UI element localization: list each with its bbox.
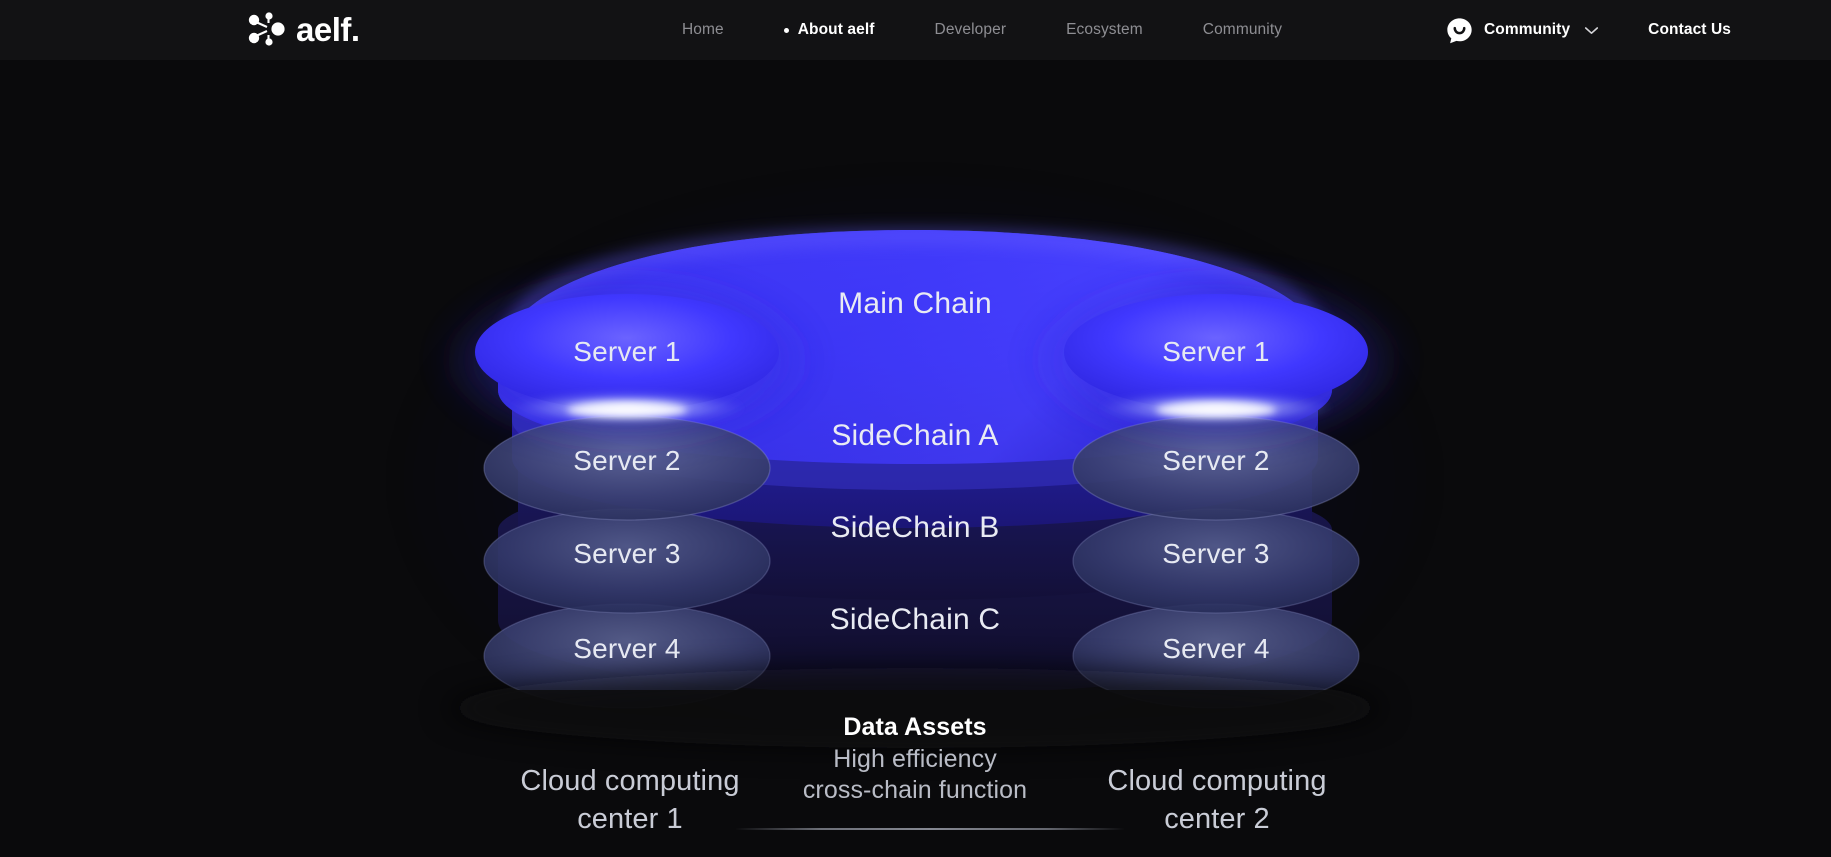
community-dropdown-label: Community	[1484, 21, 1571, 38]
architecture-diagram	[0, 60, 1831, 857]
site-header: aelf. Home About aelf Developer Ecosyste…	[0, 0, 1831, 60]
left-server-3-shape	[484, 509, 770, 613]
nav-item-about-aelf[interactable]: About aelf	[754, 21, 905, 39]
aelf-node-logo-icon	[248, 12, 285, 46]
community-dropdown-button[interactable]: Community	[1432, 17, 1613, 44]
brand-wordmark: aelf.	[296, 10, 360, 48]
brand-logo[interactable]: aelf.	[247, 9, 360, 49]
nav-item-developer[interactable]: Developer	[905, 21, 1037, 39]
contact-us-link[interactable]: Contact Us	[1648, 21, 1731, 39]
diagram-canvas	[0, 180, 1831, 857]
nav-item-about-aelf-label: About aelf	[797, 21, 875, 38]
header-actions: Community Contact Us	[1432, 0, 1831, 60]
center-divider	[735, 828, 1125, 830]
right-server-3-shape	[1073, 509, 1359, 613]
chevron-down-icon	[1585, 26, 1599, 34]
hero-stage: Main Chain SideChain A SideChain B SideC…	[0, 60, 1831, 857]
nav-item-home[interactable]: Home	[652, 21, 754, 39]
active-indicator-dot	[783, 27, 789, 33]
nav-item-community[interactable]: Community	[1173, 21, 1312, 39]
chat-bubble-smile-icon	[1447, 17, 1472, 43]
primary-navigation: Home About aelf Developer Ecosystem Comm…	[652, 0, 1312, 60]
nav-item-ecosystem[interactable]: Ecosystem	[1036, 21, 1173, 39]
